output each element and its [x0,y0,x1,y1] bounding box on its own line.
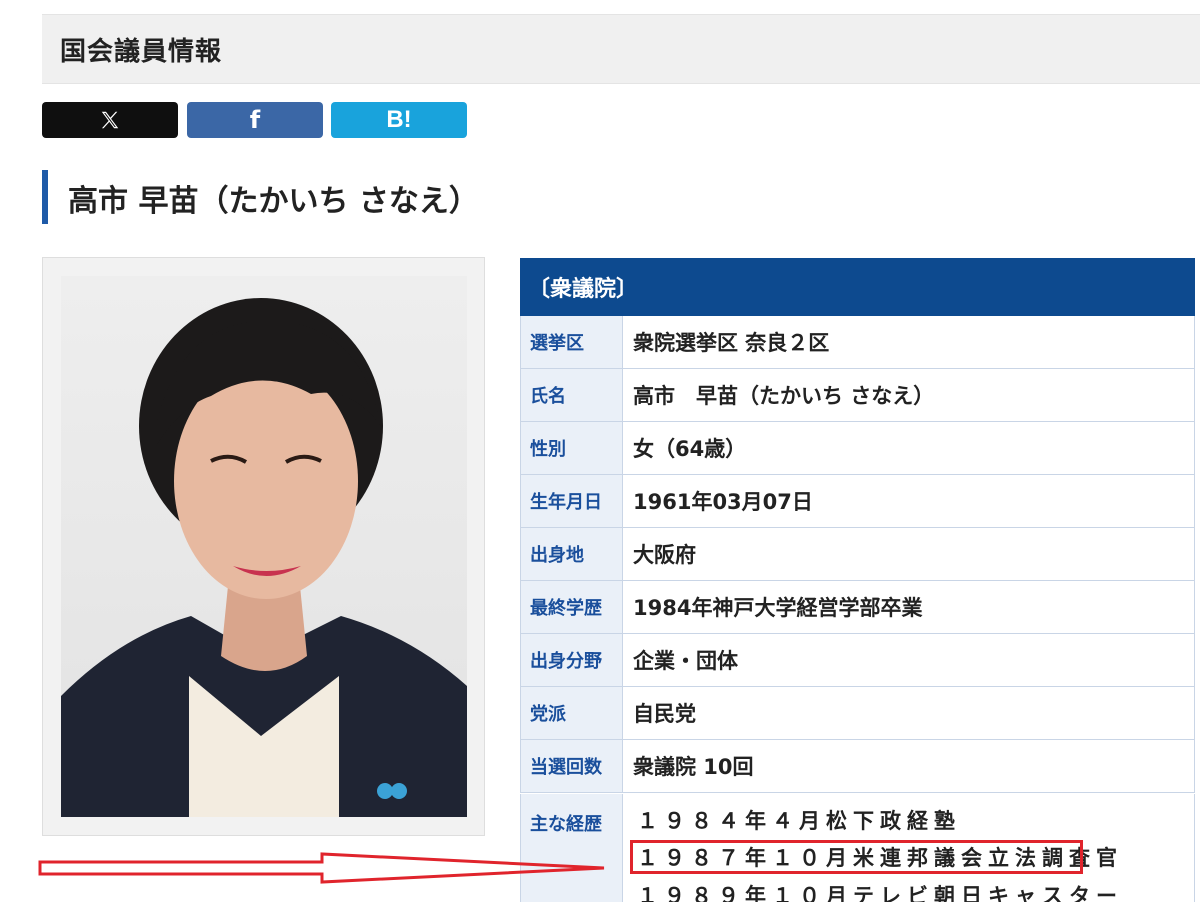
row-label: 出身地 [520,528,623,580]
row-label: 選挙区 [520,316,623,368]
row-value: 大阪府 [623,528,1195,580]
career-label: 主な経歴 [520,794,623,902]
row-value: 1984年神戸大学経営学部卒業 [623,581,1195,633]
hatena-bookmark-icon: B! [386,106,412,133]
table-row: 性別 女（64歳） [520,422,1195,475]
share-x-button[interactable] [42,102,178,138]
career-item: １９８４年４月松下政経塾 [637,809,961,833]
member-name-heading: 高市 早苗（たかいち さなえ） [68,184,479,219]
member-info-table: 〔衆議院〕 選挙区 衆院選挙区 奈良２区 氏名 高市 早苗（たかいち さなえ） … [520,258,1195,902]
row-value: 企業・団体 [623,634,1195,686]
row-label: 生年月日 [520,475,623,527]
career-values: １９８４年４月松下政経塾 １９８７年１０月米連邦議会立法調査官 １９８９年１０月… [623,794,1195,902]
row-value: 高市 早苗（たかいち さなえ） [623,369,1195,421]
row-label: 出身分野 [520,634,623,686]
table-row: 生年月日 1961年03月07日 [520,475,1195,528]
row-value: 衆院選挙区 奈良２区 [623,316,1195,368]
photo-frame [42,257,485,836]
row-label: 氏名 [520,369,623,421]
career-item: １９８７年１０月米連邦議会立法調査官 [637,846,1123,870]
page-header: 国会議員情報 [42,14,1200,84]
share-facebook-button[interactable]: f [187,102,323,138]
table-row: 党派 自民党 [520,687,1195,740]
table-row: 出身地 大阪府 [520,528,1195,581]
career-item: １９８９年１０月テレビ朝日キャスター [637,884,1123,902]
page-title: 国会議員情報 [60,37,223,67]
table-row: 氏名 高市 早苗（たかいち さなえ） [520,369,1195,422]
career-row: 主な経歴 １９８４年４月松下政経塾 １９８７年１０月米連邦議会立法調査官 １９８… [520,794,1195,902]
row-label: 党派 [520,687,623,739]
row-value: 衆議院 10回 [623,740,1195,792]
facebook-icon: f [249,106,261,134]
row-value: 1961年03月07日 [623,475,1195,527]
row-label: 当選回数 [520,740,623,792]
member-heading: 高市 早苗（たかいち さなえ） [42,170,479,224]
table-row: 最終学歴 1984年神戸大学経営学部卒業 [520,581,1195,634]
table-row: 出身分野 企業・団体 [520,634,1195,687]
row-label: 性別 [520,422,623,474]
house-header: 〔衆議院〕 [520,258,1195,316]
table-row: 選挙区 衆院選挙区 奈良２区 [520,316,1195,369]
row-value: 自民党 [623,687,1195,739]
row-value: 女（64歳） [623,422,1195,474]
x-logo-icon [101,111,119,129]
table-row: 当選回数 衆議院 10回 [520,740,1195,793]
share-hatena-button[interactable]: B! [331,102,467,138]
member-photo [61,276,467,817]
row-label: 最終学歴 [520,581,623,633]
